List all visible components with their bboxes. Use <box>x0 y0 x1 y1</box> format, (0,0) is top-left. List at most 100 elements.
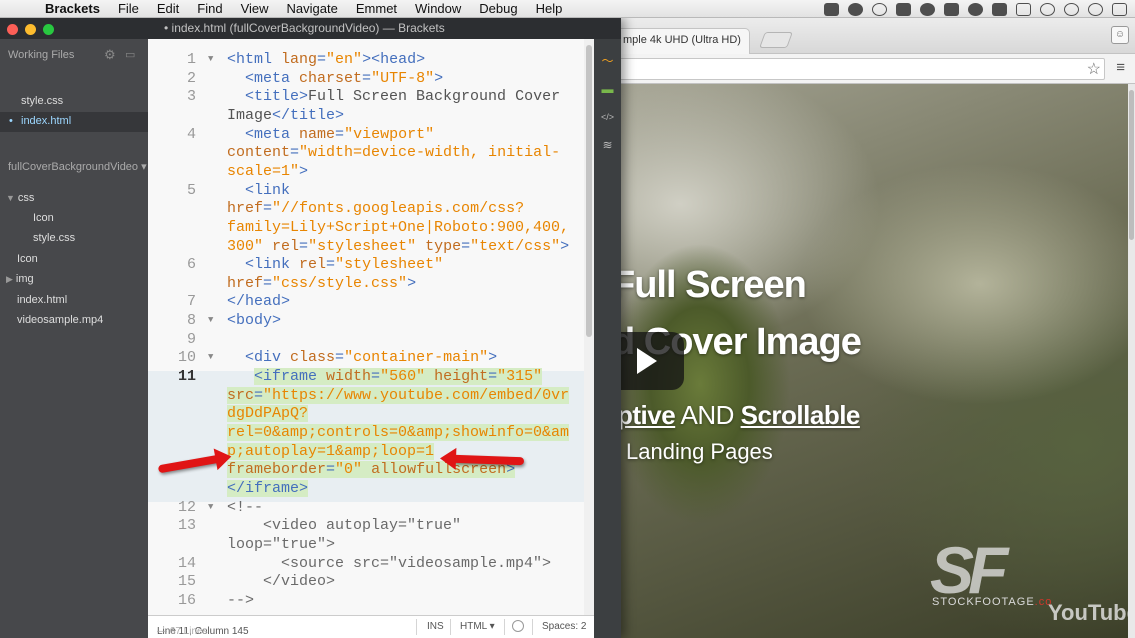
line-number[interactable]: 6 <box>148 255 196 274</box>
line-number[interactable]: 2 <box>148 69 196 88</box>
code-line[interactable]: </iframe> <box>148 479 584 498</box>
line-number[interactable]: 15 <box>148 572 196 591</box>
scrollable-link[interactable]: Scrollable <box>741 400 861 430</box>
code-line[interactable]: 12 ▼ <!-- <box>148 498 584 517</box>
line-number[interactable]: 16 <box>148 591 196 610</box>
code-line[interactable]: 7 </head> <box>148 292 584 311</box>
line-number[interactable]: 1 <box>148 50 196 69</box>
background-video[interactable]: Full Screen d Cover Image ptive AND Scro… <box>560 84 1128 638</box>
menu-navigate[interactable]: Navigate <box>278 1 347 16</box>
fold-toggle-icon[interactable]: ▼ <box>208 352 213 362</box>
notification-center-icon[interactable] <box>1112 2 1127 16</box>
line-number[interactable]: 11 <box>148 367 196 386</box>
code-line[interactable]: 16 --> <box>148 591 584 610</box>
code-line[interactable]: 4 <meta name="viewport" <box>148 125 584 144</box>
spotlight-icon[interactable] <box>1088 2 1103 16</box>
youtube-logo[interactable]: YouTube <box>1048 600 1128 626</box>
bookmark-star-icon[interactable]: ☆ <box>1087 59 1101 79</box>
line-number[interactable]: 5 <box>148 181 196 200</box>
minimize-window-button[interactable] <box>25 24 36 35</box>
drive-icon[interactable] <box>944 2 959 16</box>
code-line[interactable]: family=Lily+Script+One|Roboto:900,400, <box>148 218 584 237</box>
menu-emmet[interactable]: Emmet <box>347 1 406 16</box>
menu-window[interactable]: Window <box>406 1 470 16</box>
tree-file-icon-root[interactable]: Icon <box>0 250 148 270</box>
editor-scroll-thumb[interactable] <box>586 45 592 337</box>
code-line[interactable]: 13 <video autoplay="true" <box>148 516 584 535</box>
code-line[interactable]: href="css/style.css"> <box>148 274 584 293</box>
tree-file-videosample[interactable]: videosample.mp4 <box>0 311 148 331</box>
live-preview-icon[interactable]: 〜 <box>599 53 616 70</box>
code-line[interactable]: 11 <iframe width="560" height="315" <box>148 367 584 386</box>
line-number[interactable]: 8 <box>148 311 196 330</box>
line-number[interactable]: 3 <box>148 87 196 106</box>
fold-toggle-icon[interactable]: ▼ <box>208 315 213 325</box>
code-line[interactable]: 300" rel="stylesheet" type="text/css"> <box>148 237 584 256</box>
code-line[interactable]: 8 ▼ <body> <box>148 311 584 330</box>
wifi-icon[interactable] <box>1040 2 1055 16</box>
line-number[interactable]: 4 <box>148 125 196 144</box>
indent-spaces-setting[interactable]: Spaces: 2 <box>542 621 586 632</box>
project-dropdown[interactable]: fullCoverBackgroundVideo ▾ <box>8 160 147 173</box>
line-number[interactable]: 10 <box>148 348 196 367</box>
code-line[interactable]: rel=0&amp;controls=0&amp;showinfo=0&am <box>148 423 584 442</box>
tree-folder-img[interactable]: ▶ img <box>0 270 148 290</box>
tree-file-style-css[interactable]: style.css <box>0 229 148 249</box>
code-line[interactable]: scale=1"> <box>148 162 584 181</box>
menu-find[interactable]: Find <box>188 1 231 16</box>
profile-icon[interactable]: ☺ <box>1111 26 1129 44</box>
code-line[interactable]: 14 <source src="videosample.mp4"> <box>148 554 584 573</box>
language-selector[interactable]: HTML ▾ <box>460 621 495 632</box>
browser-scrollbar[interactable] <box>1128 84 1135 638</box>
code-line[interactable]: 5 <link <box>148 181 584 200</box>
line-number[interactable]: 14 <box>148 554 196 573</box>
creative-cloud-icon[interactable] <box>896 2 911 16</box>
insert-mode-toggle[interactable]: INS <box>427 621 444 632</box>
browser-menu-icon[interactable]: ≡ <box>1116 59 1125 76</box>
code-line[interactable]: 2 <meta charset="UTF-8"> <box>148 69 584 88</box>
code-line[interactable]: dgDdPApQ? <box>148 404 584 423</box>
menu-file[interactable]: File <box>109 1 148 16</box>
line-number[interactable]: 12 <box>148 498 196 517</box>
clock-icon[interactable] <box>1064 2 1079 16</box>
brightness-icon[interactable] <box>872 2 887 16</box>
code-editor[interactable]: 1 ▼ <html lang="en"><head> 2 <meta charset=… <box>148 39 594 615</box>
new-tab-button[interactable] <box>759 32 793 48</box>
sync-icon[interactable] <box>920 2 935 16</box>
editor-scrollbar[interactable] <box>584 39 594 615</box>
code-line[interactable]: 3 <title>Full Screen Background Cover <box>148 87 584 106</box>
vpn-icon[interactable] <box>824 2 839 16</box>
fold-toggle-icon[interactable]: ▼ <box>208 502 213 512</box>
close-window-button[interactable] <box>7 24 18 35</box>
gear-icon[interactable]: ⚙ <box>104 47 116 63</box>
battery-icon[interactable] <box>1016 2 1031 16</box>
code-line[interactable]: loop="true"> <box>148 535 584 554</box>
fold-toggle-icon[interactable]: ▼ <box>208 54 213 64</box>
line-number[interactable]: 9 <box>148 330 196 349</box>
address-bar[interactable] <box>560 58 1105 80</box>
browser-tab-active[interactable]: mple 4k UHD (Ultra HD) <box>612 28 750 54</box>
tree-file-icon[interactable]: Icon <box>0 209 148 229</box>
working-file-index-html[interactable]: • index.html <box>0 112 148 132</box>
code-line[interactable]: href="//fonts.googleapis.com/css? <box>148 199 584 218</box>
code-line[interactable]: 15 </video> <box>148 572 584 591</box>
menu-help[interactable]: Help <box>527 1 572 16</box>
linter-status-icon[interactable] <box>512 620 524 632</box>
code-line[interactable]: src="https://www.youtube.com/embed/0vr <box>148 386 584 405</box>
tree-file-index-html[interactable]: index.html <box>0 291 148 311</box>
working-file-style-css[interactable]: style.css <box>0 92 148 112</box>
volume-icon[interactable] <box>992 2 1007 16</box>
line-number[interactable]: 13 <box>148 516 196 535</box>
code-line[interactable]: 1 ▼ <html lang="en"><head> <box>148 50 584 69</box>
split-view-icon[interactable]: ▭ <box>125 48 135 61</box>
notification-icon[interactable] <box>968 2 983 16</box>
code-line[interactable]: content="width=device-width, initial- <box>148 143 584 162</box>
code-line[interactable]: Image</title> <box>148 106 584 125</box>
record-icon[interactable] <box>848 2 863 16</box>
tree-folder-css[interactable]: ▼ css <box>0 189 148 209</box>
responsive-link[interactable]: ptive <box>617 400 676 430</box>
menu-debug[interactable]: Debug <box>470 1 526 16</box>
zoom-window-button[interactable] <box>43 24 54 35</box>
menu-edit[interactable]: Edit <box>148 1 188 16</box>
menu-view[interactable]: View <box>232 1 278 16</box>
